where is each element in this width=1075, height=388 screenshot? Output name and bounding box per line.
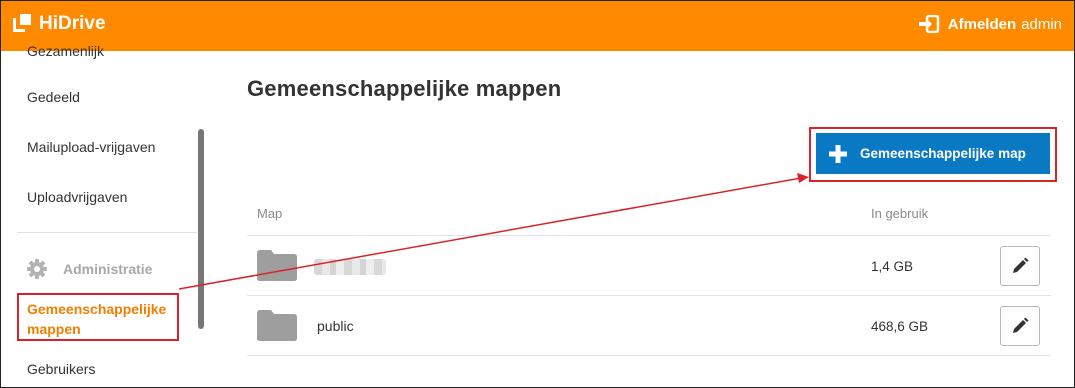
add-button-label: Gemeenschappelijke map — [860, 146, 1026, 161]
folder-name-obscured[interactable] — [314, 259, 386, 275]
sidebar-scrollbar[interactable] — [198, 129, 204, 329]
folder-name[interactable]: public — [317, 318, 354, 334]
logo-text: HiDrive — [39, 13, 106, 34]
pencil-icon — [1013, 257, 1029, 273]
app-window: HiDrive Afmelden admin Gezamenlijk Gedee… — [0, 0, 1075, 388]
gear-icon — [27, 259, 47, 279]
sidebar-item-gedeeld[interactable]: Gedeeld — [27, 89, 80, 105]
table-divider — [247, 235, 1051, 236]
top-bar: HiDrive Afmelden admin — [1, 1, 1074, 51]
edit-folder-button[interactable] — [1000, 306, 1040, 346]
folder-usage: 1,4 GB — [871, 259, 914, 274]
sidebar-section-label: Administratie — [63, 261, 153, 277]
edit-folder-button[interactable] — [1000, 246, 1040, 286]
plus-icon — [829, 144, 847, 163]
page-title: Gemeenschappelijke mappen — [247, 76, 562, 101]
folder-icon — [257, 250, 297, 281]
table-divider — [247, 295, 1051, 296]
sidebar-divider — [17, 232, 197, 233]
logout-button[interactable]: Afmelden admin — [918, 15, 1062, 33]
sidebar-section-administratie: Administratie — [27, 259, 152, 279]
sidebar-item-mailupload[interactable]: Mailupload-vrijgaven — [27, 139, 155, 155]
add-shared-folder-button[interactable]: Gemeenschappelijke map — [816, 133, 1050, 174]
sidebar-item-gezamenlijk[interactable]: Gezamenlijk — [27, 43, 104, 59]
hidrive-logo-icon — [13, 14, 33, 34]
username: admin — [1021, 15, 1062, 33]
sidebar-item-uploadvrijgaven[interactable]: Uploadvrijgaven — [27, 189, 127, 205]
logout-label: Afmelden — [947, 15, 1017, 33]
annotation-highlight-sidebar — [17, 293, 179, 341]
folder-usage: 468,6 GB — [871, 319, 929, 334]
logout-icon — [918, 15, 940, 33]
column-header-map[interactable]: Map — [257, 206, 282, 221]
pencil-icon — [1013, 317, 1029, 333]
sidebar-item-gebruikers[interactable]: Gebruikers — [27, 361, 95, 377]
hidrive-logo[interactable]: HiDrive — [13, 13, 106, 35]
column-header-usage[interactable]: In gebruik — [871, 206, 928, 221]
table-divider — [247, 355, 1051, 356]
sidebar: Gezamenlijk Gedeeld Mailupload-vrijgaven… — [1, 43, 216, 387]
folder-icon — [257, 310, 297, 341]
